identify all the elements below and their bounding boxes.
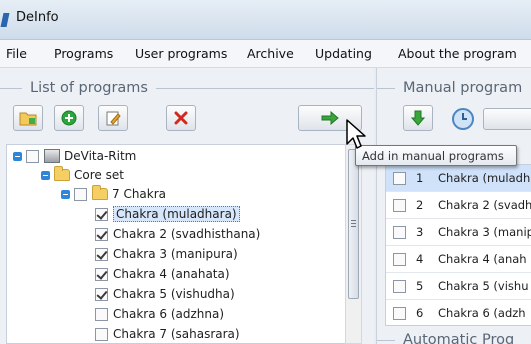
row-checkbox[interactable] <box>393 252 406 266</box>
table-row[interactable]: 3 Chakra 3 (manip <box>386 219 531 246</box>
tree-item[interactable]: Chakra (muladhara) <box>95 205 240 223</box>
tree-label: DeVita-Ritm <box>64 149 137 163</box>
row-checkbox[interactable] <box>393 279 406 293</box>
tree-scrollbar[interactable] <box>345 144 362 344</box>
programs-list-panel: List of programs DeVita-Ritm Core set 7 … <box>0 68 374 344</box>
collapse-icon[interactable] <box>61 189 70 199</box>
add-button[interactable] <box>54 105 84 131</box>
move-down-button[interactable] <box>403 105 433 131</box>
menu-about[interactable]: About the program <box>398 46 517 61</box>
manual-programs-header: Manual program <box>377 78 531 98</box>
table-row[interactable]: 2 Chakra 2 (svadh <box>386 192 531 219</box>
menu-programs[interactable]: Programs <box>54 46 113 61</box>
tree-label: Chakra 4 (anahata) <box>113 267 230 281</box>
folder-icon <box>92 185 108 200</box>
tree-label: Core set <box>74 168 124 182</box>
manual-programs-panel: Manual program 1 Chakra (muladh 2 Chakra… <box>376 68 531 344</box>
add-icon <box>61 110 77 126</box>
window-title: DeInfo <box>16 10 59 25</box>
row-label: Chakra 5 (vishu <box>438 279 529 293</box>
title-bar: DeInfo <box>0 0 531 40</box>
row-checkbox[interactable] <box>393 225 406 239</box>
menu-bar: File Programs User programs Archive Upda… <box>0 40 531 68</box>
folder-icon <box>54 166 70 181</box>
delete-button[interactable] <box>166 105 196 131</box>
tooltip: Add in manual programs <box>355 145 517 166</box>
clock-icon <box>452 108 474 130</box>
programs-list-title: List of programs <box>30 80 148 96</box>
tree-item[interactable]: Chakra 2 (svadhisthana) <box>95 225 260 243</box>
row-label: Chakra 4 (anah <box>438 252 527 266</box>
tree-checkbox[interactable] <box>95 207 108 221</box>
tree-item[interactable]: Chakra 3 (manipura) <box>95 245 238 263</box>
tree-node-group[interactable]: 7 Chakra <box>61 185 166 203</box>
manual-programs-title: Manual program <box>403 80 523 96</box>
scrollbar-thumb[interactable] <box>348 149 359 299</box>
row-label: Chakra 6 (adzh <box>438 306 526 320</box>
tree-item[interactable]: Chakra 5 (vishudha) <box>95 285 235 303</box>
tree-item[interactable]: Chakra 4 (anahata) <box>95 265 230 283</box>
tree-label: Chakra 5 (vishudha) <box>113 287 235 301</box>
table-row[interactable]: 4 Chakra 4 (anah <box>386 246 531 273</box>
row-number: 5 <box>416 279 424 293</box>
tree-checkbox[interactable] <box>74 187 87 201</box>
row-checkbox[interactable] <box>393 306 406 320</box>
row-number: 6 <box>416 306 424 320</box>
tree-checkbox[interactable] <box>95 327 108 341</box>
manual-programs-table: 1 Chakra (muladh 2 Chakra 2 (svadh 3 Cha… <box>385 164 531 326</box>
tree-label: Chakra 2 (svadhisthana) <box>113 227 261 241</box>
table-row[interactable]: 6 Chakra 6 (adzh <box>386 300 531 325</box>
tree-checkbox[interactable] <box>95 307 108 321</box>
tree-label: Chakra 3 (manipura) <box>113 247 238 261</box>
tree-item[interactable]: Chakra 7 (sahasrara) <box>95 325 240 343</box>
programs-tree: DeVita-Ritm Core set 7 Chakra Chakra (mu… <box>6 144 346 344</box>
table-row[interactable]: 5 Chakra 5 (vishu <box>386 273 531 300</box>
arrow-down-icon <box>411 110 425 126</box>
tree-checkbox[interactable] <box>95 287 108 301</box>
open-folder-icon <box>19 112 37 126</box>
row-number: 2 <box>416 198 424 212</box>
menu-archive[interactable]: Archive <box>247 46 294 61</box>
device-icon <box>44 149 60 163</box>
automatic-programs-header: Automatic Prog <box>377 330 531 344</box>
arrow-right-icon <box>321 111 339 125</box>
open-folder-button[interactable] <box>13 105 43 131</box>
automatic-programs-title: Automatic Prog <box>403 332 515 344</box>
tree-item[interactable]: Chakra 6 (adzhna) <box>95 305 224 323</box>
table-row[interactable]: 1 Chakra (muladh <box>386 165 531 192</box>
tree-checkbox[interactable] <box>95 267 108 281</box>
edit-icon <box>106 111 121 126</box>
programs-list-header: List of programs <box>0 78 374 98</box>
delete-icon <box>174 111 188 125</box>
row-checkbox[interactable] <box>393 171 406 185</box>
row-label: Chakra 2 (svadh <box>438 198 531 212</box>
tree-label: Chakra 6 (adzhna) <box>113 307 225 321</box>
tree-checkbox[interactable] <box>95 247 108 261</box>
row-checkbox[interactable] <box>393 198 406 212</box>
row-label: Chakra 3 (manip <box>438 225 531 239</box>
menu-user-programs[interactable]: User programs <box>135 46 227 61</box>
timer-field[interactable] <box>483 108 531 130</box>
app-icon <box>0 13 10 27</box>
timer-button[interactable] <box>451 107 475 131</box>
row-label: Chakra (muladh <box>438 171 531 185</box>
collapse-icon[interactable] <box>13 151 22 161</box>
tree-label: Chakra 7 (sahasrara) <box>113 327 240 341</box>
tree-checkbox[interactable] <box>95 227 108 241</box>
row-number: 1 <box>416 171 424 185</box>
tree-label: 7 Chakra <box>112 187 167 201</box>
mouse-cursor-icon <box>346 119 366 149</box>
menu-updating[interactable]: Updating <box>315 46 372 61</box>
menu-file[interactable]: File <box>6 46 27 61</box>
tree-node-set[interactable]: Core set <box>41 166 124 184</box>
row-number: 3 <box>416 225 424 239</box>
row-number: 4 <box>416 252 424 266</box>
tree-node-root[interactable]: DeVita-Ritm <box>13 147 136 165</box>
collapse-icon[interactable] <box>41 170 50 180</box>
tree-checkbox[interactable] <box>26 149 39 163</box>
tree-label: Chakra (muladhara) <box>113 206 240 222</box>
edit-button[interactable] <box>98 105 128 131</box>
